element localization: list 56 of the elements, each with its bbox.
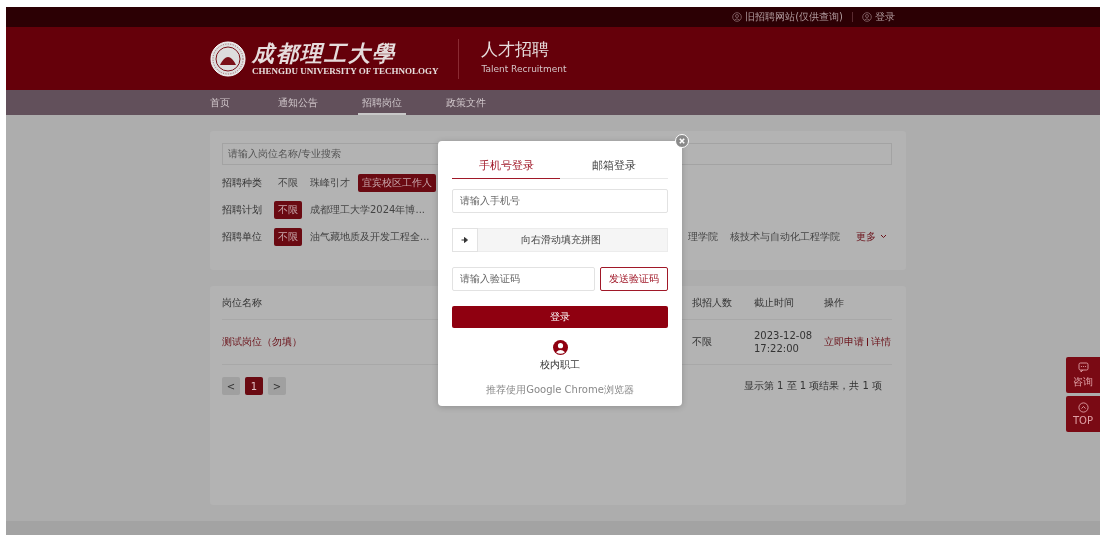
chevron-down-icon (879, 234, 887, 239)
code-input[interactable]: 请输入验证码 (452, 267, 595, 291)
column-header: 操作 (824, 295, 845, 310)
university-emblem-icon (210, 40, 246, 77)
back-to-top-button[interactable]: TOP (1066, 396, 1100, 432)
consult-button[interactable]: 咨询 (1066, 357, 1100, 393)
top-link[interactable]: 登录 (862, 10, 895, 24)
login-tab[interactable]: 邮箱登录 (560, 159, 668, 179)
page-button[interactable]: 1 (245, 377, 263, 395)
user-icon (552, 340, 568, 355)
filter-option[interactable]: 理学院 (683, 227, 722, 246)
user-icon (732, 12, 743, 22)
results-summary: 显示第 1 至 1 项结果，共 1 项 (743, 379, 883, 393)
filter-label: 招聘单位 (222, 229, 263, 244)
school-name: 成都理工大學 (252, 41, 397, 65)
top-link[interactable]: 旧招聘网站(仅供查询) (732, 10, 843, 24)
staff-login-link[interactable]: 校内职工 (540, 340, 580, 372)
filter-option[interactable]: 成都理工大学2024年博... (306, 200, 429, 219)
slider-handle[interactable] (452, 228, 478, 252)
previous-page-button[interactable]: < (222, 377, 240, 395)
login-button[interactable]: 登录 (452, 306, 668, 328)
filter-option[interactable]: 珠峰引才 (306, 173, 354, 192)
next-page-button[interactable]: > (268, 377, 286, 395)
table-cell-text: 2023-12-08 17:22:00 (754, 329, 814, 355)
filter-option[interactable]: 宜宾校区工作人 (358, 173, 436, 192)
chat-icon (1077, 361, 1089, 373)
more-link[interactable]: 更多 (855, 229, 887, 244)
chevron-up-icon (1077, 402, 1089, 413)
filter-label: 招聘种类 (222, 175, 263, 190)
filter-option[interactable]: 油气藏地质及开发工程全... (306, 227, 434, 246)
phone-input[interactable]: 请输入手机号 (452, 189, 668, 213)
slider-label: 向右滑动填充拼图 (519, 233, 602, 247)
nav-item[interactable]: 首页 (206, 90, 234, 115)
browser-hint: 推荐使用Google Chrome浏览器 (485, 383, 635, 397)
slider-captcha-track[interactable]: 向右滑动填充拼图 (452, 228, 668, 252)
login-tab[interactable]: 手机号登录 (452, 159, 560, 179)
user-icon (862, 12, 872, 22)
apply-link[interactable]: 立即申请 (824, 335, 864, 349)
filter-option[interactable]: 核技术与自动化工程学院 (725, 227, 844, 246)
school-name-english: CHENGDU UNIVERSITY OF TECHNOLOGY (252, 66, 439, 76)
nav-item[interactable]: 政策文件 (442, 90, 490, 115)
column-header: 拟招人数 (692, 295, 733, 310)
send-code-button[interactable]: 发送验证码 (600, 267, 668, 291)
details-link[interactable]: 详情 (871, 335, 891, 349)
nav-item[interactable]: 通知公告 (274, 90, 322, 115)
arrow-right-icon (461, 236, 469, 244)
site-title: 人才招聘 (481, 37, 551, 61)
site-subtitle: Talent Recruitment (481, 63, 567, 74)
filter-label: 招聘计划 (222, 202, 263, 217)
nav-item[interactable]: 招聘岗位 (358, 90, 406, 115)
filter-option[interactable]: 不限 (274, 227, 302, 246)
filter-option[interactable]: 不限 (274, 173, 302, 192)
table-cell-text: 不限 (692, 335, 713, 349)
column-header: 截止时间 (754, 295, 795, 310)
filter-option[interactable]: 不限 (274, 200, 302, 219)
column-header: 岗位名称 (222, 295, 263, 310)
